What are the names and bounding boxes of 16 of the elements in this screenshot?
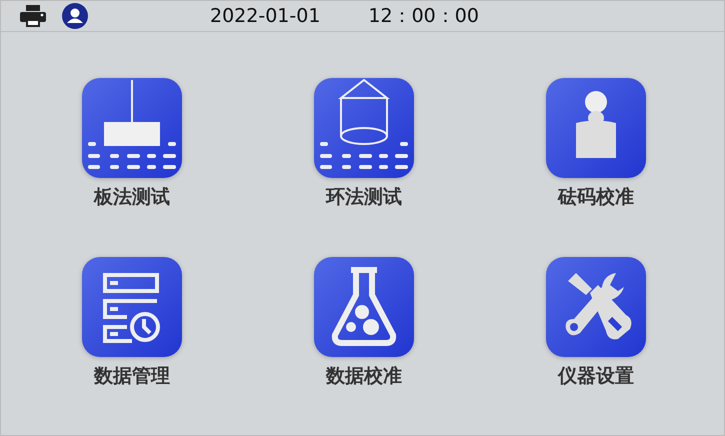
menu-tile[interactable]: 砝码校准: [546, 78, 646, 210]
printer-icon[interactable]: [20, 5, 46, 27]
ring-test-icon: [314, 78, 414, 178]
weight-icon: [546, 78, 646, 178]
menu-tile[interactable]: 数据管理: [82, 257, 182, 389]
data-clock-icon: [82, 257, 182, 357]
menu-tile[interactable]: 板法测试: [82, 78, 182, 210]
menu-tile[interactable]: 仪器设置: [546, 257, 646, 389]
time-text: 12：00：00: [368, 4, 479, 29]
tools-icon: [546, 257, 646, 357]
menu-tile[interactable]: 环法测试: [314, 78, 414, 210]
flask-icon: [314, 257, 414, 357]
date-text: 2022-01-01: [210, 5, 320, 27]
menu-tile[interactable]: 数据校准: [314, 257, 414, 389]
user-icon[interactable]: [62, 3, 88, 29]
plate-test-icon: [82, 78, 182, 178]
